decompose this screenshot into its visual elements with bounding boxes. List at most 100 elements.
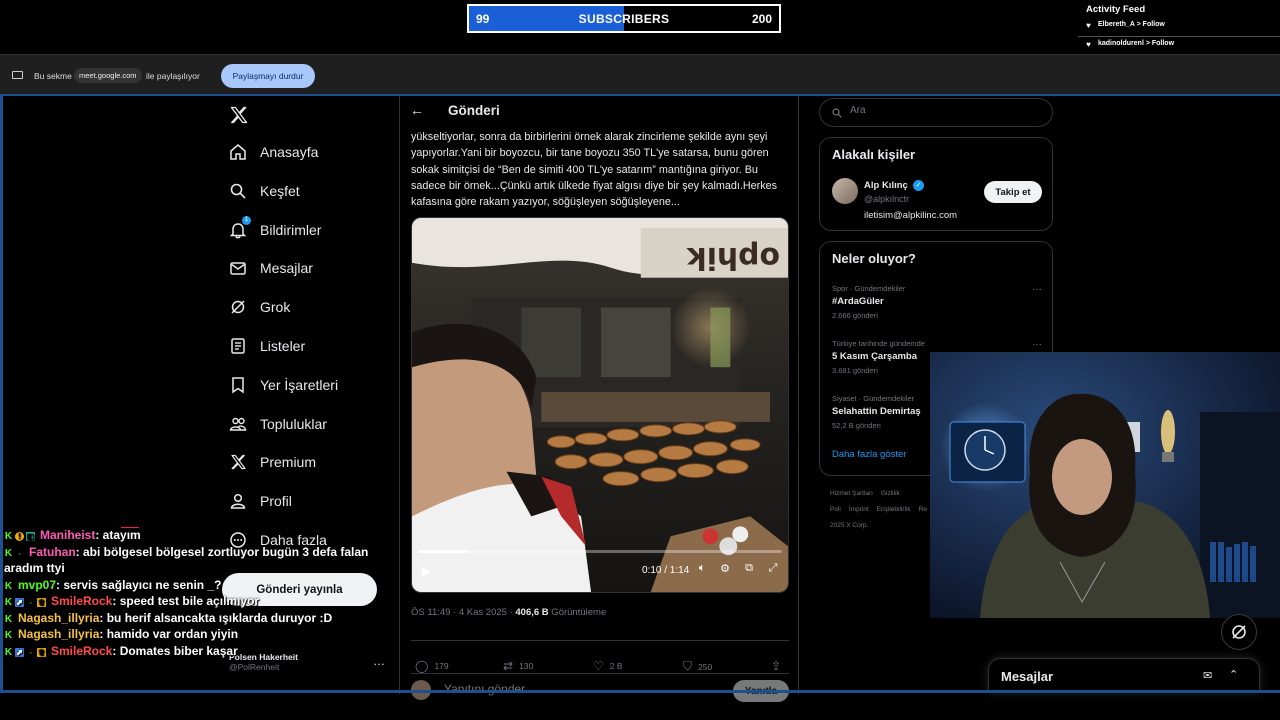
activity-feed-item: ♥ Elbereth_A > Follow — [1078, 18, 1280, 37]
footer-link[interactable]: İmprint — [849, 506, 869, 513]
reply-input[interactable] — [444, 682, 694, 696]
chat-badge-icon: ◦ — [29, 649, 32, 657]
subscriber-goal-target: 200 — [751, 12, 772, 26]
search-box[interactable] — [819, 98, 1053, 127]
chat-text: : bu herif alsancakta ışıklarda duruyor … — [99, 610, 333, 625]
footer-links: Hizmet Şartları Gizlilik Poli İmprint Erişi… — [830, 486, 940, 534]
sharing-prefix: Bu sekme — [34, 71, 72, 81]
like-action[interactable]: ♡ 2 B — [593, 659, 623, 673]
chat-badge-icon: K — [4, 547, 13, 559]
share-action[interactable]: ⇪ — [771, 659, 787, 673]
nav-item-label: Mesajlar — [260, 260, 313, 277]
video-player[interactable]: ophik ▶ 0:10 / 1:14 🔈︎ ⚙ ⧉ ⤢ — [411, 217, 789, 593]
chat-badge-icon: ⬈ — [15, 598, 24, 607]
repost-count: 130 — [519, 661, 534, 671]
trends-title: Neler oluyor? — [832, 251, 916, 266]
avatar[interactable] — [832, 178, 858, 204]
chat-text: : Domates biber kaşar — [112, 643, 238, 658]
nav-item-x[interactable]: Premium — [229, 450, 316, 474]
list-icon — [229, 337, 247, 355]
show-more-link[interactable]: Daha fazla göster — [832, 449, 906, 460]
nav-item-user[interactable]: Profil — [229, 489, 292, 513]
footer-link[interactable]: Re — [919, 506, 927, 513]
bookmark-count: 250 — [698, 661, 713, 672]
messages-drawer[interactable]: Mesajlar ✉ ⌃ — [988, 658, 1260, 692]
trend-category: Türkiye tarihinde gündemde — [832, 339, 925, 348]
reply-icon: ◯ — [415, 659, 429, 673]
more-options-icon[interactable]: ··· — [1032, 339, 1042, 350]
notification-badge: 1 — [242, 215, 251, 225]
bookmark-action[interactable]: ⛉ 250 — [683, 659, 712, 674]
footer-link[interactable]: Erişilebilirlik — [877, 506, 911, 513]
nav-item-grok[interactable]: Grok — [229, 295, 290, 319]
activity-feed-title: Activity Feed — [1086, 4, 1146, 15]
relevant-people-card: Alakalı kişiler Alp Kılınç ✓ @alpkılnctr… — [819, 137, 1053, 231]
reply-action[interactable]: ◯ 179 — [415, 659, 449, 673]
nav-item-search[interactable]: Keşfet — [229, 179, 300, 203]
grok-floating-button[interactable] — [1221, 614, 1257, 650]
post-meta: ÖS 11:49 · 4 Kas 2025 · 406,6 B Görüntül… — [411, 607, 606, 618]
post-timestamp: ÖS 11:49 · 4 Kas 2025 · — [411, 607, 516, 618]
video-frame: ophik — [412, 218, 788, 592]
chat-badge-icon: K — [4, 531, 13, 542]
person-name[interactable]: Alp Kılınç — [864, 180, 908, 191]
sharing-domain-chip: meet.google.com — [74, 68, 142, 83]
nav-item-label: Keşfet — [260, 182, 300, 199]
pip-icon[interactable]: ⧉ — [742, 562, 756, 576]
new-message-icon[interactable]: ✉ — [1203, 669, 1212, 682]
nav-item-home[interactable]: Anasayfa — [229, 140, 318, 164]
post-view-label: Görüntüleme — [548, 607, 607, 618]
play-icon[interactable]: ▶ — [422, 564, 431, 578]
nav-item-label: Yer İşaretleri — [260, 376, 339, 393]
video-time: 0:10 / 1:14 — [642, 565, 690, 576]
nav-item-bookmark[interactable]: Yer İşaretleri — [229, 373, 338, 397]
svg-text:ophik: ophik — [686, 240, 780, 275]
repost-icon: ⇄ — [503, 659, 514, 673]
chat-message: K Nagash_illyria: hamido var ordan yiyin — [0, 626, 400, 643]
video-progress-bar[interactable] — [418, 550, 782, 553]
chat-text: : hamido var ordan yiyin — [99, 627, 239, 641]
nav-item-label: Topluluklar — [260, 415, 327, 432]
follow-button[interactable]: Takip et — [984, 181, 1042, 203]
volume-icon[interactable]: 🔈︎ — [695, 562, 709, 576]
chat-badge-icon: ◦ — [18, 550, 21, 558]
post-view-count: 406,6 B — [515, 607, 549, 618]
nav-item-bell[interactable]: 1 Bildirimler — [229, 215, 321, 242]
trend-item[interactable]: Spor · Gündemdekiler #ArdaGüler 2.666 gönd… — [832, 284, 1042, 320]
chat-badge-icon: K — [4, 613, 13, 625]
mail-icon — [229, 259, 247, 277]
user-icon — [229, 492, 247, 510]
footer-link[interactable]: Hizmet Şartları — [830, 490, 873, 497]
bookmark-icon — [229, 376, 247, 394]
like-count: 2 B — [609, 661, 623, 671]
x-logo-icon[interactable] — [229, 105, 249, 125]
heart-icon: ♥ — [1086, 21, 1091, 30]
nav-item-people[interactable]: Topluluklar — [229, 412, 327, 436]
fullscreen-icon[interactable]: ⤢ — [766, 562, 780, 576]
search-icon — [229, 182, 247, 200]
settings-icon[interactable]: ⚙ — [718, 562, 732, 576]
nav-item-list[interactable]: Listeler — [229, 334, 305, 358]
chat-message: K Nagash_illyria: bu herif alsancakta ışı… — [0, 610, 400, 627]
stop-sharing-button[interactable]: Paylaşmayı durdur — [221, 64, 315, 88]
chevron-up-icon[interactable]: ⌃ — [1229, 668, 1238, 681]
nav-item-mail[interactable]: Mesajlar — [229, 256, 313, 280]
video-progress-fill — [418, 550, 468, 553]
chat-message: Kmvp07: servis sağlayıcı ne senin _? — [0, 577, 400, 594]
nav-item-label: Premium — [260, 454, 317, 471]
back-arrow-icon[interactable]: ← — [410, 102, 424, 118]
post-action-row: ◯ 179 ⇄ 130 ♡ 2 B ⛉ 250 ⇪ — [411, 640, 789, 673]
video-controls: ▶ 0:10 / 1:14 🔈︎ ⚙ ⧉ ⤢ — [412, 548, 788, 592]
person-bio: iletisim@alpkilinc.com — [864, 210, 958, 221]
chat-badge-icon: ⬈ — [15, 647, 24, 657]
chat-badge-icon: K — [4, 580, 13, 592]
search-input[interactable] — [850, 105, 1040, 116]
activity-feed-text: kadinoldurenl > Follow — [1098, 40, 1175, 47]
nav-item-label: Grok — [260, 299, 291, 316]
reply-composer: Yanıtla — [411, 673, 789, 702]
more-options-icon[interactable]: ··· — [1032, 284, 1042, 295]
chat-username: SmileRock — [51, 594, 113, 608]
nav-item-label: Listeler — [260, 338, 306, 354]
share-icon: ⇪ — [771, 659, 782, 673]
repost-action[interactable]: ⇄ 130 — [503, 659, 533, 673]
